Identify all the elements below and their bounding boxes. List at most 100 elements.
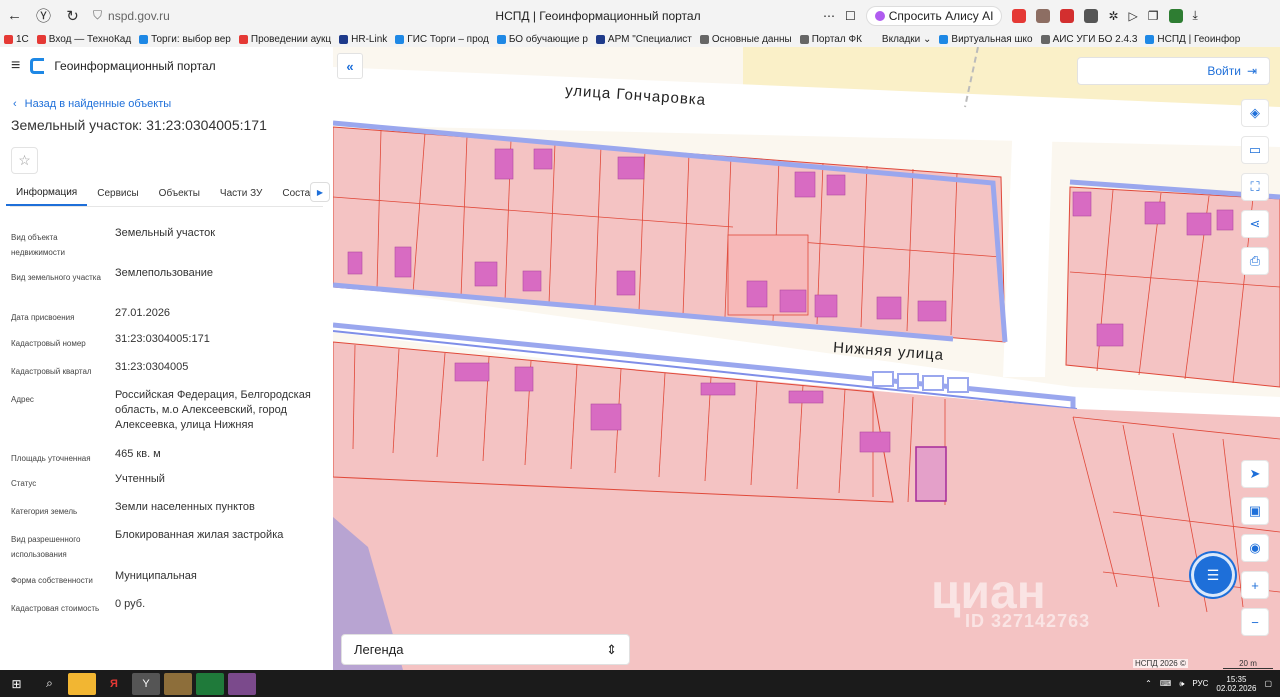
chevron-up-icon[interactable]: ⌃ xyxy=(1145,679,1152,688)
favorite-star-icon[interactable]: ☆ xyxy=(11,147,38,174)
property-value: 31:23:0304005 xyxy=(115,361,189,373)
back-icon[interactable]: ← xyxy=(0,7,29,24)
yandex-app-icon[interactable]: Я xyxy=(100,673,128,695)
back-link[interactable]: ‹ Назад в найденные объекты xyxy=(0,85,333,113)
bookmark-icon xyxy=(799,34,809,44)
property-label: Кадастровая стоимость xyxy=(11,604,100,613)
tab-information[interactable]: Информация xyxy=(6,180,88,206)
address-text: nspd.gov.ru xyxy=(108,8,170,23)
bookmark-item[interactable]: Торги: выбор вер xyxy=(135,34,235,45)
bookmark-item[interactable]: 1С xyxy=(0,34,33,45)
search-icon[interactable]: ⌕ xyxy=(33,670,66,697)
minimap-icon[interactable]: ▣ xyxy=(1241,497,1269,525)
bookmark-icon xyxy=(4,34,13,44)
extension-icon[interactable] xyxy=(1168,8,1183,23)
yandex-icon[interactable]: Ⓨ xyxy=(29,5,58,26)
bookmark-item[interactable]: БО обучающие р xyxy=(493,34,592,45)
bookmark-item[interactable]: ГИС Торги – прод xyxy=(391,34,493,45)
bookmark-icon xyxy=(1145,34,1155,44)
alice-icon xyxy=(874,10,885,21)
map-canvas[interactable] xyxy=(333,47,1280,670)
bookmark-item[interactable]: АРМ "Специалист xyxy=(592,34,696,45)
bookmark-item[interactable]: HR-Link xyxy=(335,34,391,45)
legend-dropdown[interactable]: Легенда ⇕ xyxy=(341,634,630,665)
clock[interactable]: 15:35 02.02.2026 xyxy=(1216,675,1256,693)
bookmark-icon xyxy=(496,34,506,44)
property-value: 27.01.2026 xyxy=(115,307,171,319)
map-scale: 20 m xyxy=(1223,659,1273,669)
login-icon: ⇥ xyxy=(1246,64,1257,78)
bookmark-item[interactable]: Виртуальная шко xyxy=(935,34,1036,45)
bookmark-label: Портал ФК xyxy=(811,33,862,45)
yandex-browser-icon[interactable]: Y xyxy=(132,672,160,695)
zoom-in-icon[interactable]: + xyxy=(1241,571,1269,599)
chat-icon[interactable]: ☰ xyxy=(1194,556,1232,594)
object-title: Земельный участок: 31:23:0304005:171 xyxy=(11,117,267,133)
tab-services[interactable]: Сервисы xyxy=(87,180,148,206)
tabs-scroll-right-icon[interactable]: ▶ xyxy=(310,182,330,202)
location-icon[interactable]: ◉ xyxy=(1241,534,1269,562)
more-icon[interactable]: ⋯ xyxy=(823,9,835,23)
bookmark-icon xyxy=(339,34,349,44)
excel-icon[interactable] xyxy=(196,672,224,695)
property-label: Дата присвоения xyxy=(11,313,75,322)
collections-icon[interactable]: ❐ xyxy=(1148,9,1159,23)
print-icon[interactable]: ⎙ xyxy=(1241,247,1269,275)
bookmark-item[interactable]: Основные данны xyxy=(696,34,796,45)
file-explorer-icon[interactable] xyxy=(68,672,96,695)
bookmark-item[interactable]: Вход — ТехноКад xyxy=(33,34,135,45)
ruler-icon[interactable]: ▭ xyxy=(1241,136,1269,164)
area-select-icon[interactable]: ⛶ xyxy=(1241,173,1269,201)
login-button[interactable]: Войти ⇥ xyxy=(1077,57,1270,85)
watermark-id: ID 327142763 xyxy=(965,611,1091,631)
extension-icon[interactable] xyxy=(1084,8,1099,23)
alice-button[interactable]: Спросить Алису AI xyxy=(865,5,1003,26)
property-value: Блокированная жилая застройка xyxy=(115,529,284,541)
bookmark-label: 1С xyxy=(16,33,29,45)
bookmark-icon xyxy=(1040,34,1050,44)
bookmark-icon[interactable]: ☐ xyxy=(845,9,856,23)
archive-icon[interactable] xyxy=(228,672,256,695)
portal-title: Геоинформационный портал xyxy=(54,59,216,73)
tab-land-parts[interactable]: Части ЗУ xyxy=(210,180,272,206)
navigate-icon[interactable]: ➤ xyxy=(1241,460,1269,488)
extension-icon[interactable] xyxy=(1036,8,1051,23)
tab-objects[interactable]: Объекты xyxy=(149,180,210,206)
property-label: Кадастровый номер xyxy=(11,339,86,348)
layers-icon[interactable]: ◈ xyxy=(1241,99,1269,127)
bookmark-label: АРМ "Специалист xyxy=(607,33,692,45)
bookmark-item[interactable]: Портал ФК xyxy=(796,34,866,45)
bookmarks-bar: 1С Вход — ТехноКад Торги: выбор вер Проведе… xyxy=(0,31,1280,47)
window-title: НСПД | Геоинформационный портал xyxy=(495,8,701,23)
extension-icon[interactable] xyxy=(1012,8,1027,23)
cadastral-map[interactable]: улица Гончаровка Нижняя улица циан ID 32… xyxy=(333,47,1280,670)
download-icon[interactable]: ⤓ xyxy=(1193,8,1198,23)
bookmark-icon xyxy=(699,34,709,44)
collapse-panel-icon[interactable]: « xyxy=(337,53,363,79)
volume-icon[interactable]: 🕪 xyxy=(1179,679,1184,689)
language-indicator[interactable]: РУС xyxy=(1192,679,1208,688)
bookmark-label: Основные данны xyxy=(711,33,792,45)
property-label: Форма собственности xyxy=(11,576,93,585)
bookmark-item[interactable]: Вкладки ⌄ xyxy=(866,34,936,45)
selected-parcel[interactable] xyxy=(915,446,947,502)
chevron-left-icon: ‹ xyxy=(13,98,17,110)
menu-icon[interactable]: ≡ xyxy=(11,57,20,75)
zoom-out-icon[interactable]: − xyxy=(1241,608,1269,636)
bookmark-item[interactable]: АИС УГИ БО 2.4.3 xyxy=(1037,34,1142,45)
address-bar[interactable]: ⛉ nspd.gov.ru xyxy=(93,8,383,23)
system-tray: ⌃ ⌨ 🕪 РУС 15:35 02.02.2026 ▢ xyxy=(1145,670,1280,697)
bookmark-item[interactable]: НСПД | Геоинфор xyxy=(1141,34,1244,45)
reload-icon[interactable]: ↻ xyxy=(58,7,87,25)
play-icon[interactable]: ▷ xyxy=(1129,9,1138,23)
notification-icon[interactable]: ▢ xyxy=(1264,679,1272,688)
network-icon[interactable]: ⌨ xyxy=(1160,679,1172,688)
extension-icon[interactable] xyxy=(1060,8,1075,23)
share-icon[interactable]: ⋖ xyxy=(1241,210,1269,238)
puzzle-icon[interactable]: ✲ xyxy=(1108,9,1118,23)
bookmark-label: HR-Link xyxy=(351,33,388,45)
property-value: 0 руб. xyxy=(115,598,146,610)
windows-start-icon[interactable]: ⊞ xyxy=(0,670,33,697)
bookmark-item[interactable]: Проведении аукц xyxy=(235,34,335,45)
app-icon[interactable] xyxy=(164,672,192,695)
